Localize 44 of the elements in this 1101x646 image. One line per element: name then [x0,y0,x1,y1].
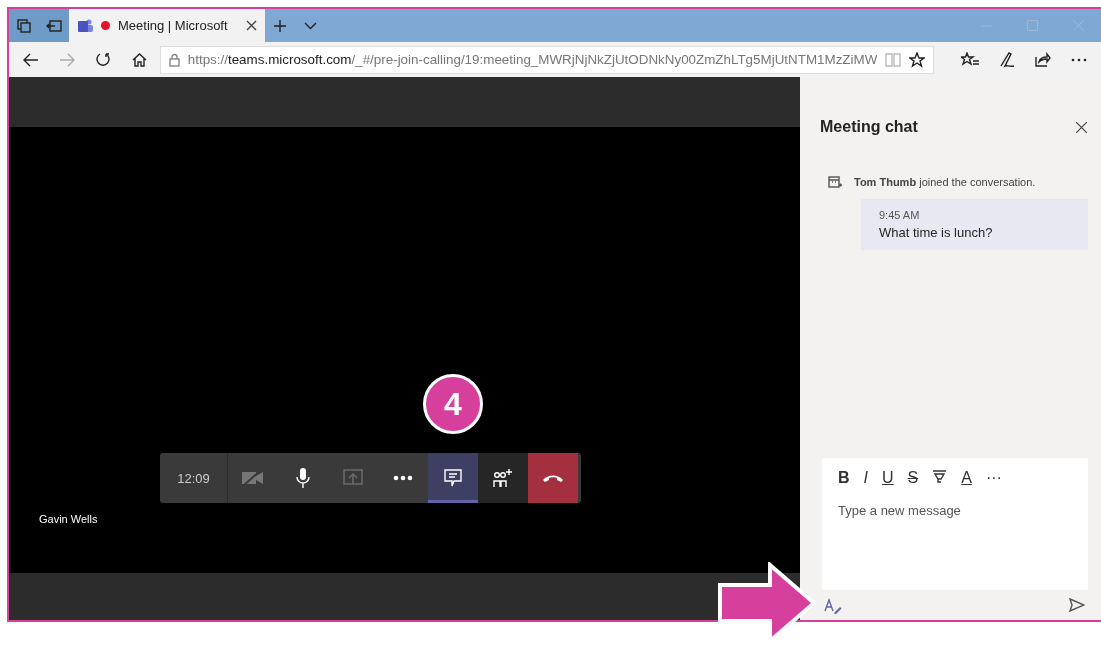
set-aside-tabs-icon[interactable] [46,19,62,32]
send-icon[interactable] [1069,598,1085,612]
chevron-down-icon[interactable] [303,21,317,30]
camera-off-icon [241,469,265,487]
font-color-button[interactable]: A [961,468,972,487]
join-notice: Tom Thumb joined the conversation. [854,176,1036,188]
refresh-icon[interactable] [95,52,111,67]
strikethrough-button[interactable]: S [907,468,919,487]
pen-icon[interactable] [998,51,1015,68]
address-field[interactable]: https://teams.microsoft.com/_#/pre-join-calling/19:meeting_MWRjNjNkZjUtODNkNy00ZmZhLTg5MjUtNTM1MzZiMW [159,45,935,74]
more-options-button[interactable]: ··· [985,468,1002,487]
calendar-add-icon [828,175,842,189]
underline-button[interactable]: U [882,468,894,487]
more-icon [393,475,413,481]
italic-button[interactable]: I [863,468,868,487]
close-icon[interactable] [246,20,257,31]
bold-button[interactable]: B [838,468,850,487]
browser-tab[interactable]: Meeting | Microsoft [69,9,265,42]
new-tab-icon[interactable] [273,18,287,33]
share-screen-icon [343,469,363,487]
teams-logo-icon [77,17,93,34]
people-add-icon [492,468,514,488]
favorites-icon[interactable] [961,52,980,67]
back-icon[interactable] [23,52,40,67]
chat-icon [444,469,462,487]
panel-title: Meeting chat [820,118,918,136]
home-icon[interactable] [132,52,148,67]
format-icon[interactable] [824,598,842,614]
call-timer: 12:09 [160,453,228,503]
url-text: https://teams.microsoft.com/_#/pre-join-calling/19:meeting_MWRjNjNkZjUtODNkNy00ZmZhLTg5MjUtNTM1MzZiMW [187,52,878,67]
tabs-icon[interactable] [17,18,31,33]
message-text: What time is lunch? [879,225,994,240]
microphone-icon [296,467,310,489]
participant-name: Gavin Wells [39,513,99,525]
tab-title: Meeting | Microsoft [118,18,229,33]
message-time: 9:45 AM [879,209,921,221]
more-icon[interactable] [1070,57,1087,62]
close-icon[interactable] [1076,121,1087,133]
star-icon[interactable] [909,51,926,68]
hang-up-icon [542,473,564,483]
lock-icon [168,52,180,67]
share-icon[interactable] [1034,52,1051,67]
participants-button[interactable] [478,453,528,503]
chat-button[interactable] [428,453,478,503]
